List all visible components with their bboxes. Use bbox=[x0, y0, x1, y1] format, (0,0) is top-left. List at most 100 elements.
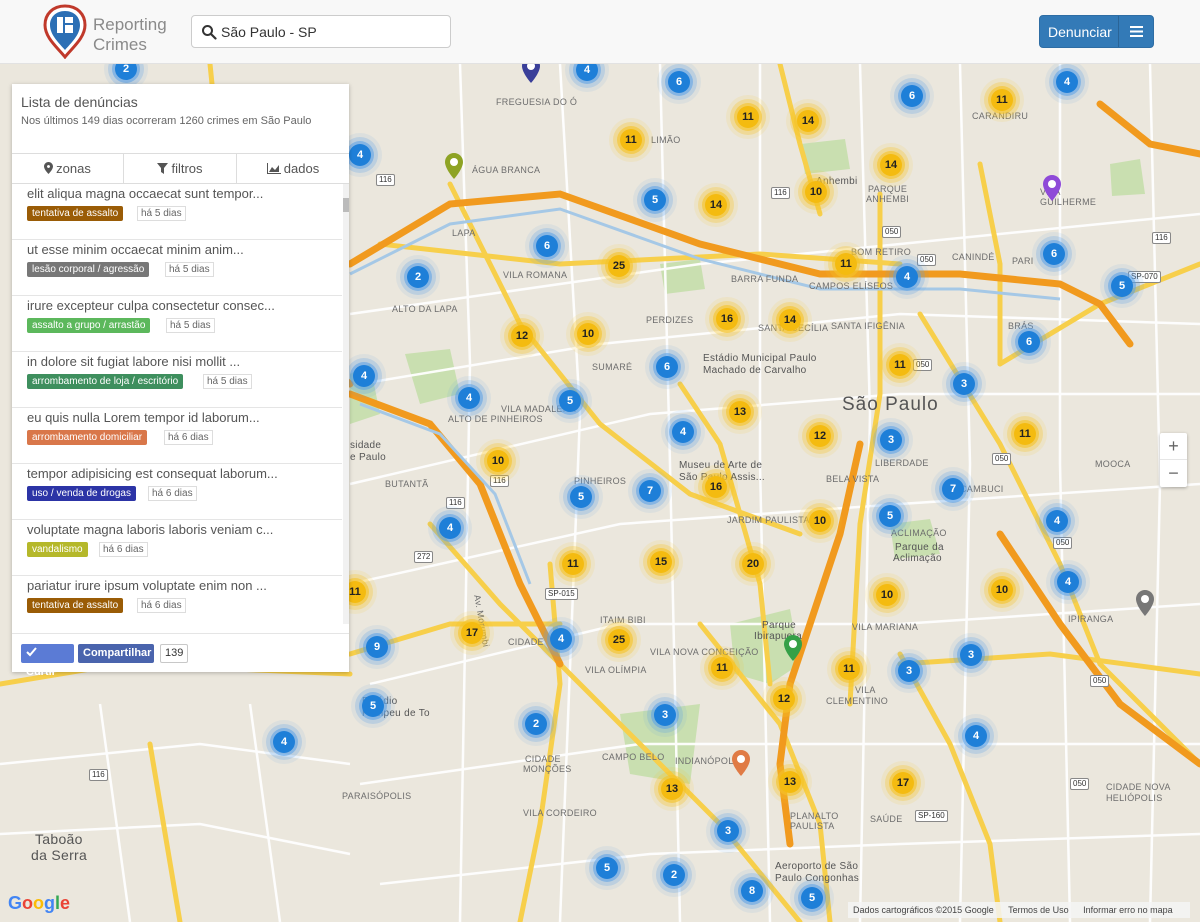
crime-cluster[interactable]: 13 bbox=[729, 401, 751, 423]
crime-cluster[interactable]: 4 bbox=[672, 421, 694, 443]
list-item[interactable]: in dolore sit fugiat labore nisi mollit … bbox=[12, 352, 342, 408]
crime-cluster[interactable]: 4 bbox=[1057, 571, 1079, 593]
crime-cluster[interactable]: 3 bbox=[898, 660, 920, 682]
crime-cluster[interactable]: 8 bbox=[741, 880, 763, 902]
map-pin-icon[interactable] bbox=[1135, 589, 1155, 617]
scrollbar-thumb[interactable] bbox=[343, 198, 349, 212]
crime-cluster[interactable]: 2 bbox=[407, 266, 429, 288]
crime-cluster[interactable]: 15 bbox=[650, 551, 672, 573]
crime-cluster[interactable]: 10 bbox=[809, 510, 831, 532]
list-item[interactable]: voluptate magna laboris laboris veniam c… bbox=[12, 520, 342, 576]
crime-cluster[interactable]: 14 bbox=[779, 309, 801, 331]
crime-cluster[interactable]: 5 bbox=[644, 189, 666, 211]
crime-cluster[interactable]: 3 bbox=[953, 373, 975, 395]
list-item[interactable]: elit aliqua magna occaecat sunt tempor..… bbox=[12, 184, 342, 240]
crime-cluster[interactable]: 9 bbox=[366, 636, 388, 658]
crime-cluster[interactable]: 7 bbox=[639, 480, 661, 502]
crime-cluster[interactable]: 12 bbox=[773, 688, 795, 710]
crime-cluster[interactable]: 4 bbox=[273, 731, 295, 753]
crime-cluster[interactable]: 6 bbox=[656, 356, 678, 378]
crime-cluster[interactable]: 7 bbox=[942, 478, 964, 500]
crime-cluster[interactable]: 4 bbox=[1046, 510, 1068, 532]
crime-cluster[interactable]: 4 bbox=[458, 387, 480, 409]
crime-cluster[interactable]: 13 bbox=[779, 771, 801, 793]
crime-cluster[interactable]: 6 bbox=[1043, 243, 1065, 265]
crime-cluster[interactable]: 6 bbox=[901, 85, 923, 107]
map-pin-icon[interactable] bbox=[1042, 174, 1062, 202]
map-pin-icon[interactable] bbox=[783, 634, 803, 662]
map-pin-icon[interactable] bbox=[731, 749, 751, 777]
facebook-like-button[interactable]: Curtir bbox=[21, 644, 74, 678]
list-item[interactable]: eu quis nulla Lorem tempor id laborum...… bbox=[12, 408, 342, 464]
crime-cluster[interactable]: 3 bbox=[960, 644, 982, 666]
crime-cluster[interactable]: 16 bbox=[716, 308, 738, 330]
hamburger-menu-icon[interactable] bbox=[1130, 25, 1143, 38]
crime-cluster[interactable]: 11 bbox=[562, 553, 584, 575]
list-item[interactable]: irure excepteur culpa consectetur consec… bbox=[12, 296, 342, 352]
crime-cluster[interactable]: 11 bbox=[889, 354, 911, 376]
report-crime-button[interactable]: Denunciar bbox=[1039, 15, 1154, 48]
crime-cluster[interactable]: 4 bbox=[353, 365, 375, 387]
crime-cluster[interactable]: 4 bbox=[439, 517, 461, 539]
crime-cluster[interactable]: 13 bbox=[661, 778, 683, 800]
google-logo[interactable]: Google bbox=[8, 893, 70, 914]
crime-cluster[interactable]: 11 bbox=[620, 129, 642, 151]
search-input[interactable] bbox=[221, 17, 446, 46]
crime-cluster[interactable]: 25 bbox=[608, 255, 630, 277]
crime-cluster[interactable]: 5 bbox=[879, 505, 901, 527]
crime-cluster[interactable]: 4 bbox=[349, 144, 371, 166]
crime-cluster[interactable]: 2 bbox=[525, 713, 547, 735]
crime-cluster[interactable]: 12 bbox=[809, 425, 831, 447]
report-map-error-link[interactable]: Informar erro no mapa bbox=[1083, 905, 1173, 915]
crime-cluster[interactable]: 6 bbox=[536, 235, 558, 257]
map-pin-icon[interactable] bbox=[444, 152, 464, 180]
crime-cluster[interactable]: 4 bbox=[550, 628, 572, 650]
search-box[interactable] bbox=[191, 15, 451, 48]
crime-cluster[interactable]: 11 bbox=[991, 89, 1013, 111]
crime-cluster[interactable]: 14 bbox=[705, 194, 727, 216]
crime-cluster[interactable]: 14 bbox=[797, 110, 819, 132]
crime-cluster[interactable]: 5 bbox=[362, 695, 384, 717]
crime-cluster[interactable]: 17 bbox=[461, 622, 483, 644]
crime-cluster[interactable]: 3 bbox=[717, 820, 739, 842]
crime-cluster[interactable]: 4 bbox=[965, 725, 987, 747]
crime-cluster[interactable]: 12 bbox=[511, 325, 533, 347]
app-logo-icon[interactable] bbox=[43, 4, 87, 59]
terms-link[interactable]: Termos de Uso bbox=[1008, 905, 1069, 915]
list-item[interactable]: tempor adipisicing est consequat laborum… bbox=[12, 464, 342, 520]
crime-cluster[interactable]: 2 bbox=[663, 864, 685, 886]
list-scrollbar[interactable] bbox=[343, 184, 349, 624]
report-list[interactable]: elit aliqua magna occaecat sunt tempor..… bbox=[12, 184, 342, 624]
crime-cluster[interactable]: 10 bbox=[876, 584, 898, 606]
tab-zonas[interactable]: zonas bbox=[12, 154, 124, 183]
facebook-share-button[interactable]: Compartilhar bbox=[78, 644, 154, 663]
crime-cluster[interactable]: 11 bbox=[1014, 423, 1036, 445]
zoom-in-button[interactable]: + bbox=[1160, 433, 1187, 460]
crime-cluster[interactable]: 11 bbox=[835, 253, 857, 275]
crime-cluster[interactable]: 20 bbox=[742, 553, 764, 575]
tab-filtros[interactable]: filtros bbox=[124, 154, 237, 183]
crime-cluster[interactable]: 6 bbox=[1018, 331, 1040, 353]
crime-cluster[interactable]: 11 bbox=[838, 658, 860, 680]
crime-cluster[interactable]: 17 bbox=[892, 772, 914, 794]
crime-cluster[interactable]: 10 bbox=[991, 579, 1013, 601]
crime-cluster[interactable]: 5 bbox=[596, 857, 618, 879]
crime-cluster[interactable]: 5 bbox=[1111, 275, 1133, 297]
crime-cluster[interactable]: 14 bbox=[880, 154, 902, 176]
crime-cluster[interactable]: 3 bbox=[654, 704, 676, 726]
zoom-out-button[interactable]: − bbox=[1160, 460, 1187, 487]
crime-cluster[interactable]: 4 bbox=[896, 266, 918, 288]
crime-cluster[interactable]: 5 bbox=[559, 390, 581, 412]
brand-name[interactable]: Reporting Crimes bbox=[93, 15, 167, 55]
crime-cluster[interactable]: 3 bbox=[880, 429, 902, 451]
list-item[interactable]: ut esse minim occaecat minim anim... les… bbox=[12, 240, 342, 296]
crime-cluster[interactable]: 10 bbox=[487, 450, 509, 472]
list-item[interactable]: pariatur irure ipsum voluptate enim non … bbox=[12, 576, 342, 624]
crime-cluster[interactable]: 5 bbox=[801, 887, 823, 909]
crime-cluster[interactable]: 6 bbox=[668, 71, 690, 93]
crime-cluster[interactable]: 10 bbox=[805, 181, 827, 203]
crime-cluster[interactable]: 11 bbox=[711, 657, 733, 679]
crime-cluster[interactable]: 16 bbox=[705, 476, 727, 498]
tab-dados[interactable]: dados bbox=[237, 154, 349, 183]
crime-cluster[interactable]: 5 bbox=[570, 486, 592, 508]
